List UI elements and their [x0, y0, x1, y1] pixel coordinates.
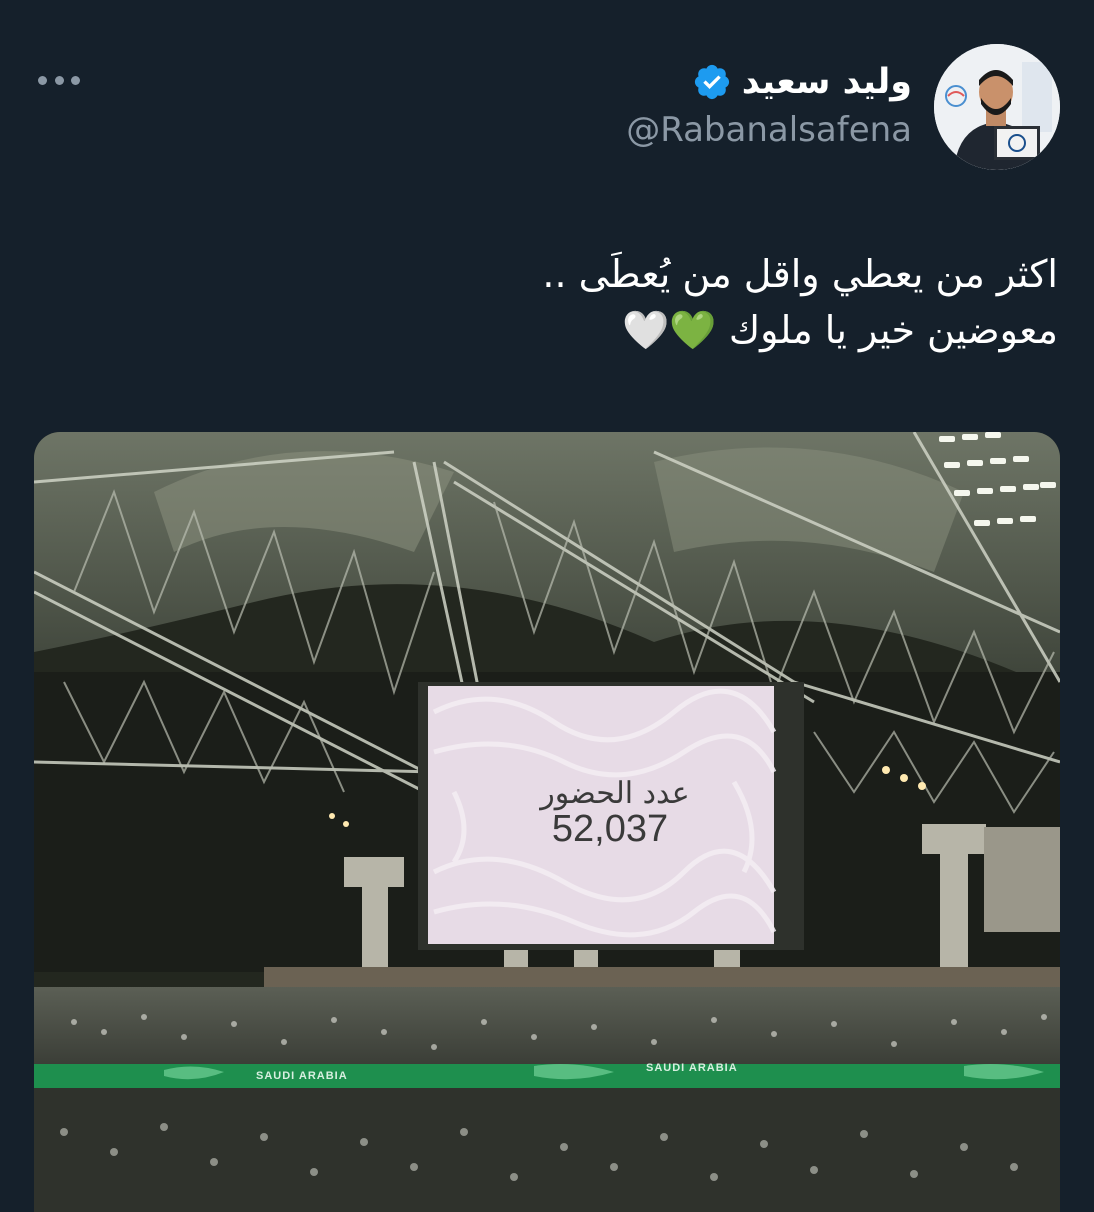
- scoreboard-label: عدد الحضور: [540, 776, 690, 811]
- tweet-photo[interactable]: عدد الحضور 52,037 SAUDI ARABIA SAUDI ARA…: [34, 432, 1060, 1212]
- avatar[interactable]: [934, 44, 1060, 170]
- more-dot: [71, 75, 80, 85]
- banner-text: SAUDI ARABIA: [256, 1070, 348, 1082]
- more-options-button[interactable]: [38, 68, 80, 92]
- tweet-text-line: معوضين خير يا ملوك 💚🤍: [622, 308, 1058, 352]
- tweet-text: اكثر من يعطي واقل من يُعطَى .. معوضين خي…: [58, 246, 1058, 358]
- display-name[interactable]: وليد سعيد: [742, 62, 912, 102]
- avatar-image: [934, 44, 1060, 170]
- more-dot: [54, 75, 64, 85]
- verified-badge-icon: [694, 64, 729, 100]
- banner-text: SAUDI ARABIA: [646, 1062, 738, 1074]
- user-handle[interactable]: @Rabanalsafena: [626, 110, 912, 150]
- scoreboard-count: 52,037: [551, 808, 669, 850]
- more-dot: [38, 75, 47, 85]
- tweet-text-line: اكثر من يعطي واقل من يُعطَى ..: [542, 252, 1058, 296]
- author-name-row[interactable]: وليد سعيد: [692, 58, 912, 106]
